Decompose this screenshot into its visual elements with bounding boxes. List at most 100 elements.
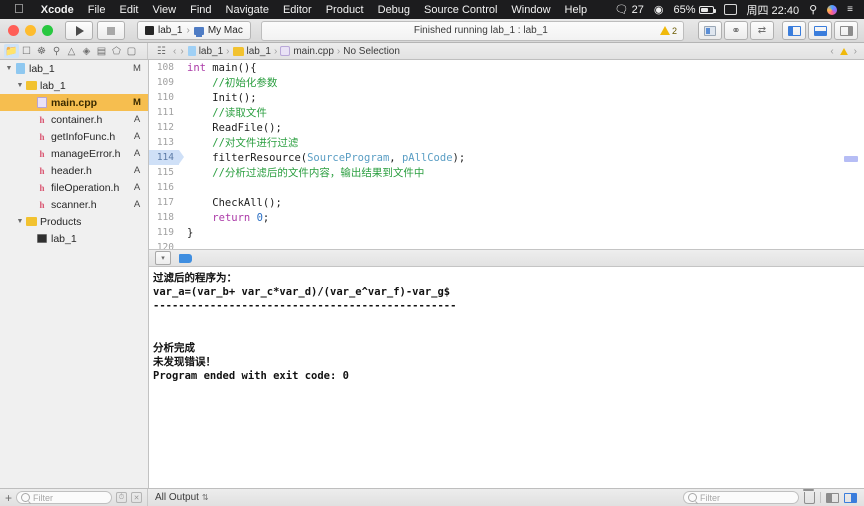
line-number[interactable]: 120 (149, 240, 179, 249)
clock-filter-icon[interactable]: ⏱ (116, 492, 127, 503)
code-line[interactable]: 109 //初始化参数 (149, 75, 864, 90)
console-scope-selector[interactable]: All Output ⇅ (148, 492, 683, 503)
menu-item-help[interactable]: Help (558, 4, 595, 16)
breadcrumb-file[interactable]: main.cpp (293, 46, 334, 57)
menu-item-view[interactable]: View (145, 4, 183, 16)
code-line[interactable]: 116 (149, 180, 864, 195)
menu-status-wifi[interactable]: ◉ (649, 3, 669, 16)
hide-debug-area-button[interactable]: ▾ (155, 251, 171, 265)
navigator-row-selected[interactable]: main.cpp M (0, 94, 148, 111)
jump-bar-forward-button[interactable]: › (180, 46, 183, 57)
test-navigator-icon[interactable]: ◈ (79, 44, 94, 58)
navigator-row[interactable]: h scanner.h A (0, 196, 148, 213)
code-line[interactable]: 119} (149, 225, 864, 240)
issue-next-button[interactable]: › (854, 46, 857, 57)
assistant-editor-button[interactable]: ⚭ (724, 21, 748, 40)
toggle-utilities-button[interactable] (834, 21, 858, 40)
code-line[interactable]: 117 CheckAll(); (149, 195, 864, 210)
menu-status-spotlight[interactable]: ⚲ (804, 3, 822, 16)
code-line[interactable]: 120 (149, 240, 864, 249)
navigator-row[interactable]: lab_1 (0, 230, 148, 247)
line-number[interactable]: 116 (149, 180, 179, 195)
breadcrumb-group[interactable]: lab_1 (247, 46, 271, 57)
line-number[interactable]: 118 (149, 210, 179, 225)
code-line[interactable]: 112 ReadFile(); (149, 120, 864, 135)
line-number[interactable]: 117 (149, 195, 179, 210)
menu-status-clock[interactable]: 周四 22:40 (742, 2, 805, 18)
scheme-selector[interactable]: lab_1 › My Mac (137, 21, 251, 40)
navigator-row[interactable]: h manageError.h A (0, 145, 148, 162)
line-number[interactable]: 113 (149, 135, 179, 150)
stop-button[interactable] (97, 21, 125, 40)
symbol-navigator-icon[interactable]: ☸ (34, 44, 49, 58)
run-button[interactable] (65, 21, 93, 40)
code-line-highlighted[interactable]: 114 filterResource(SourceProgram, pAllCo… (149, 150, 864, 165)
navigator-row[interactable]: ▼ Products (0, 213, 148, 230)
menu-item-xcode[interactable]: Xcode (34, 4, 81, 16)
menu-item-window[interactable]: Window (504, 4, 557, 16)
breadcrumb-project[interactable]: lab_1 (199, 46, 223, 57)
menu-status-input-source[interactable] (719, 4, 742, 15)
navigator-row[interactable]: h container.h A (0, 111, 148, 128)
show-console-icon[interactable] (844, 492, 857, 503)
version-editor-button[interactable]: ⇄ (750, 21, 774, 40)
disclosure-triangle-icon[interactable]: ▼ (4, 65, 14, 72)
line-number[interactable]: 110 (149, 90, 179, 105)
project-navigator-icon[interactable]: 📁 (4, 44, 19, 58)
related-items-icon[interactable]: ☷ (154, 44, 169, 58)
menu-item-file[interactable]: File (81, 4, 113, 16)
apple-menu-icon[interactable]:  (14, 2, 24, 15)
menu-item-editor[interactable]: Editor (276, 4, 319, 16)
code-line[interactable]: 110 Init(); (149, 90, 864, 105)
line-number[interactable]: 119 (149, 225, 179, 240)
issue-prev-button[interactable]: ‹ (830, 46, 833, 57)
add-file-button[interactable]: + (5, 492, 12, 504)
menu-item-edit[interactable]: Edit (113, 4, 146, 16)
navigator-row[interactable]: h getInfoFunc.h A (0, 128, 148, 145)
navigator-row[interactable]: h fileOperation.h A (0, 179, 148, 196)
menu-item-product[interactable]: Product (319, 4, 371, 16)
navigator-row[interactable]: h header.h A (0, 162, 148, 179)
navigator-row[interactable]: ▼ lab_1 (0, 77, 148, 94)
line-number[interactable]: 114 (149, 150, 184, 165)
toggle-debug-area-button[interactable] (808, 21, 832, 40)
jump-bar-back-button[interactable]: ‹ (173, 46, 176, 57)
line-number[interactable]: 109 (149, 75, 179, 90)
cancel-filter-icon[interactable]: ✕ (131, 492, 142, 503)
source-control-navigator-icon[interactable]: ☐ (19, 44, 34, 58)
minimize-button[interactable] (25, 25, 36, 36)
clear-console-icon[interactable] (803, 488, 815, 504)
find-navigator-icon[interactable]: ⚲ (49, 44, 64, 58)
issue-navigator-icon[interactable]: △ (64, 44, 79, 58)
breakpoints-activate-icon[interactable] (179, 253, 192, 263)
console-output[interactable]: 过滤后的程序为： var_a=(var_b+ var_c*var_d)/(var_… (149, 267, 864, 488)
close-button[interactable] (8, 25, 19, 36)
line-number[interactable]: 108 (149, 60, 179, 75)
menu-item-find[interactable]: Find (183, 4, 218, 16)
navigator-filter-field[interactable]: Filter (16, 491, 112, 504)
navigator-row[interactable]: ▼ lab_1 M (0, 60, 148, 77)
menu-item-debug[interactable]: Debug (371, 4, 417, 16)
code-line[interactable]: 115 //分析过滤后的文件内容，输出结果到文件中 (149, 165, 864, 180)
menu-status-notifications[interactable]: 🗨 27 (610, 3, 649, 17)
console-filter-field[interactable]: Filter (683, 491, 799, 504)
menu-status-notification-center[interactable]: ≡ (842, 4, 858, 15)
debug-navigator-icon[interactable]: ▤ (94, 44, 109, 58)
menu-status-siri[interactable] (822, 4, 842, 15)
menu-status-battery[interactable]: 65% (668, 4, 718, 16)
code-line[interactable]: 118 return 0; (149, 210, 864, 225)
project-navigator[interactable]: ▼ lab_1 M ▼ lab_1 main.cpp Mh container.h Ah getI… (0, 60, 149, 488)
line-number[interactable]: 111 (149, 105, 179, 120)
standard-editor-button[interactable] (698, 21, 722, 40)
zoom-button[interactable] (42, 25, 53, 36)
code-line[interactable]: 111 //读取文件 (149, 105, 864, 120)
toggle-navigator-button[interactable] (782, 21, 806, 40)
line-number[interactable]: 115 (149, 165, 179, 180)
disclosure-triangle-icon[interactable]: ▼ (15, 82, 25, 89)
report-navigator-icon[interactable]: ▢ (124, 44, 139, 58)
toolbar-warning-badge[interactable]: 2 (659, 26, 677, 36)
menu-item-source-control[interactable]: Source Control (417, 4, 504, 16)
code-line[interactable]: 113 //对文件进行过滤 (149, 135, 864, 150)
warning-triangle-icon[interactable] (839, 47, 848, 55)
show-debugger-icon[interactable] (826, 492, 839, 503)
